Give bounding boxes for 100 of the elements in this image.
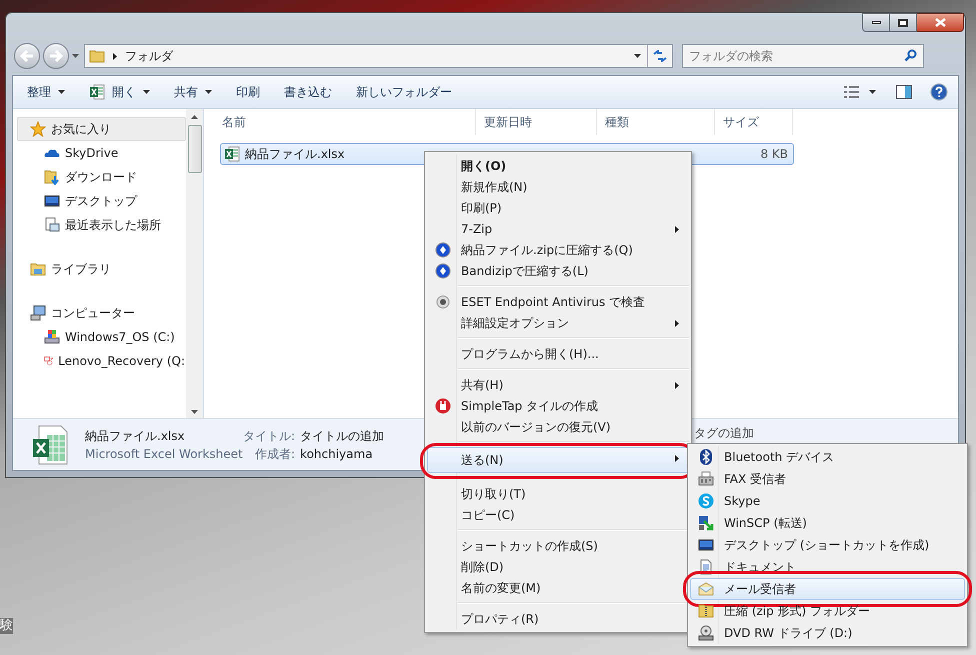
nav-item[interactable]: 最近表示した場所 xyxy=(17,213,186,237)
menu-item[interactable]: 詳細設定オプション xyxy=(427,312,689,333)
address-bar[interactable]: フォルダ xyxy=(84,44,673,68)
close-icon xyxy=(934,18,946,27)
nav-item[interactable]: デスクトップ xyxy=(17,189,186,213)
system-drive-icon xyxy=(44,329,60,345)
details-view-icon xyxy=(844,86,859,98)
address-dropdown-icon[interactable] xyxy=(634,54,641,58)
menu-item[interactable]: WinSCP (転送) xyxy=(690,512,965,534)
minimize-button[interactable] xyxy=(862,13,890,32)
file-size: 8 KB xyxy=(760,146,789,163)
menu-item[interactable]: 新規作成(N) xyxy=(427,176,689,197)
desktop-icon-label[interactable]: 験 xyxy=(0,618,13,634)
scroll-thumb[interactable] xyxy=(188,125,202,173)
toolbar-button[interactable]: 新しいフォルダー xyxy=(346,80,462,104)
menu-item[interactable]: 削除(D) xyxy=(427,556,689,577)
file-type: Microsoft Excel Worksheet xyxy=(85,446,243,462)
preview-pane-icon[interactable] xyxy=(896,85,912,99)
menu-item[interactable]: ESET Endpoint Antivirus で検査 xyxy=(427,291,689,312)
bluetooth-icon xyxy=(698,449,714,465)
menu-item[interactable]: コピー(C) xyxy=(427,504,689,525)
spreadsheet-icon xyxy=(33,424,69,464)
menu-item[interactable]: 共有(H) xyxy=(427,374,689,395)
scroll-up-icon[interactable] xyxy=(191,115,198,119)
close-button[interactable] xyxy=(917,13,964,32)
menu-item[interactable]: プログラムから開く(H)... xyxy=(427,343,689,364)
menu-item[interactable]: 圧縮 (zip 形式) フォルダー xyxy=(690,600,965,622)
nav-item[interactable]: コンピューター xyxy=(17,301,186,325)
menu-item[interactable]: デスクトップ (ショートカットを作成) xyxy=(690,534,965,556)
column-header[interactable]: サイズ xyxy=(715,108,793,134)
submenu-arrow-icon xyxy=(675,382,679,389)
back-button[interactable] xyxy=(14,43,40,69)
menu-item[interactable]: 納品ファイル.zipに圧縮する(Q) xyxy=(427,239,689,260)
toolbar-button[interactable]: 書き込む xyxy=(274,80,342,104)
recent-pages-caret-icon[interactable] xyxy=(72,54,79,58)
nav-item[interactable]: お気に入り xyxy=(17,117,186,141)
forward-arrow-icon xyxy=(49,50,63,62)
toolbar-button[interactable]: 開く xyxy=(79,80,160,104)
menu-item[interactable]: 以前のバージョンの復元(V) xyxy=(427,416,689,437)
menu-item[interactable]: 送る(N) xyxy=(427,447,689,473)
menu-item[interactable]: メール受信者 xyxy=(690,578,965,600)
column-header[interactable]: 種類 xyxy=(597,108,715,134)
submenu-arrow-icon xyxy=(675,320,679,327)
scroll-down-icon[interactable] xyxy=(191,410,198,414)
caret-icon xyxy=(58,90,65,94)
monitor-icon xyxy=(44,193,60,209)
help-icon[interactable] xyxy=(930,83,948,101)
nav-item[interactable]: Lenovo_Recovery (Q: xyxy=(17,349,186,373)
property-label: 作成者: xyxy=(255,446,296,462)
nav-item[interactable]: ダウンロード xyxy=(17,165,186,189)
column-header[interactable]: 名前 xyxy=(214,108,476,134)
eye-icon xyxy=(435,294,451,310)
nav-item[interactable]: SkyDrive xyxy=(17,141,186,165)
envelope-icon xyxy=(698,581,714,597)
menu-item[interactable]: プロパティ(R) xyxy=(427,608,689,629)
monitor-icon xyxy=(698,537,714,553)
nav-item[interactable]: Windows7_OS (C:) xyxy=(17,325,186,349)
bandizip-icon xyxy=(435,262,451,278)
menu-item[interactable]: DVD RW ドライブ (D:) xyxy=(690,622,965,644)
toolbar-button[interactable]: 共有 xyxy=(164,80,222,104)
menu-item[interactable]: SimpleTap タイルの作成 xyxy=(427,395,689,416)
menu-item[interactable]: ショートカットの作成(S) xyxy=(427,535,689,556)
spreadsheet-icon xyxy=(89,84,105,100)
breadcrumb-arrow-icon xyxy=(113,52,117,60)
menu-item[interactable]: Skype xyxy=(690,490,965,512)
column-header[interactable]: 更新日時 xyxy=(476,108,597,134)
spreadsheet-icon xyxy=(224,146,240,162)
menu-item[interactable]: Bandizipで圧縮する(L) xyxy=(427,260,689,281)
forward-button[interactable] xyxy=(43,43,69,69)
tags-value[interactable]: タグの追加 xyxy=(694,424,754,442)
library-folder-icon xyxy=(30,261,46,277)
search-field[interactable]: フォルダの検索 xyxy=(682,44,924,68)
simpletap-icon xyxy=(435,398,451,414)
menu-item[interactable]: Bluetooth デバイス xyxy=(690,446,965,468)
folder-download-icon xyxy=(44,169,60,185)
caret-icon xyxy=(205,90,212,94)
folder-icon xyxy=(89,49,105,63)
toolbar-button[interactable]: 印刷 xyxy=(226,80,270,104)
menu-item[interactable]: 印刷(P) xyxy=(427,197,689,218)
transfer-icon xyxy=(698,515,714,531)
menu-item[interactable]: 切り取り(T) xyxy=(427,483,689,504)
back-arrow-icon xyxy=(20,50,34,62)
scrollbar[interactable] xyxy=(186,109,203,418)
menu-item[interactable]: 開く(O) xyxy=(427,155,689,176)
nav-item[interactable]: ライブラリ xyxy=(17,257,186,281)
menu-item[interactable]: FAX 受信者 xyxy=(690,468,965,490)
view-button[interactable] xyxy=(842,86,878,98)
caret-icon xyxy=(869,90,876,94)
file-name: 納品ファイル.xlsx xyxy=(85,428,186,444)
refresh-icon xyxy=(653,50,667,62)
menu-item[interactable]: 7-Zip xyxy=(427,218,689,239)
computer-icon xyxy=(30,305,46,321)
submenu-arrow-icon xyxy=(675,455,679,462)
recent-places-icon xyxy=(44,217,60,233)
fax-machine-icon xyxy=(698,471,714,487)
disc-drive-icon xyxy=(698,625,714,641)
search-icon xyxy=(904,49,917,62)
bandizip-icon xyxy=(435,242,451,258)
toolbar-button[interactable]: 整理 xyxy=(17,80,75,104)
maximize-button[interactable] xyxy=(890,13,917,32)
